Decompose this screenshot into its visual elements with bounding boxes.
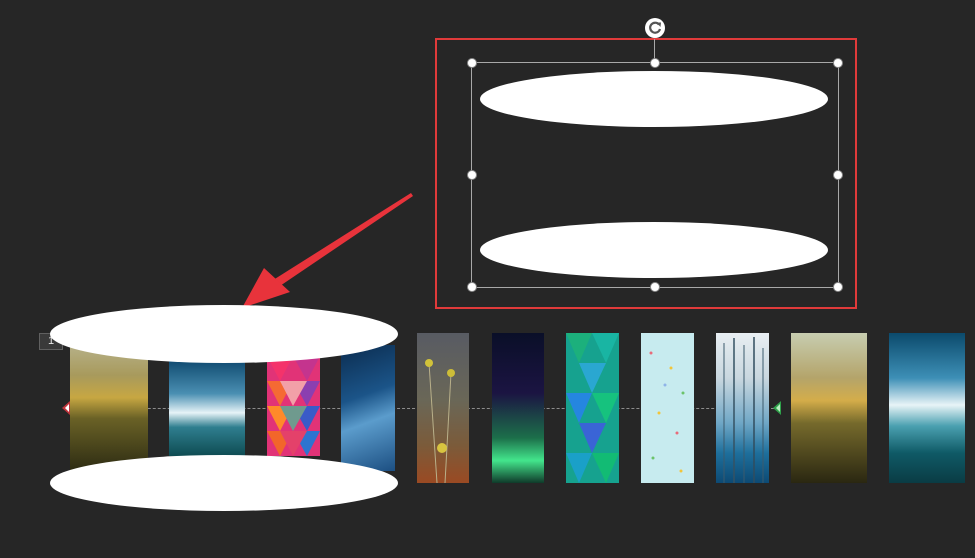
top-oval-shape[interactable] [480,71,828,127]
wallpaper-tile [566,333,619,483]
resize-handle-right[interactable] [833,170,843,180]
wallpaper-tile [341,345,395,471]
resize-handle-bottom-right[interactable] [833,282,843,292]
bottom-oval-shape[interactable] [480,222,828,278]
resize-handle-top-right[interactable] [833,58,843,68]
guide-marker-left-icon[interactable] [62,401,70,415]
wallpaper-tile [70,343,148,473]
resize-handle-bottom-left[interactable] [467,282,477,292]
guide-marker-right-icon[interactable] [773,401,781,415]
resize-handle-top-left[interactable] [467,58,477,68]
wallpaper-tile [716,333,769,483]
cylinder-top-oval[interactable] [50,305,398,363]
resize-handle-left[interactable] [467,170,477,180]
wallpaper-tile [889,333,965,483]
cylinder-bottom-oval[interactable] [50,455,398,511]
wallpaper-tile [641,333,694,483]
wallpaper-tile [267,356,320,456]
rotate-handle-icon[interactable] [644,17,666,39]
wallpaper-tile [791,333,867,483]
wallpaper-tile [169,360,245,456]
arrow-icon [242,193,413,308]
wallpaper-tile [492,333,544,483]
wallpaper-tile [417,333,469,483]
resize-handle-bottom[interactable] [650,282,660,292]
resize-handle-top[interactable] [650,58,660,68]
